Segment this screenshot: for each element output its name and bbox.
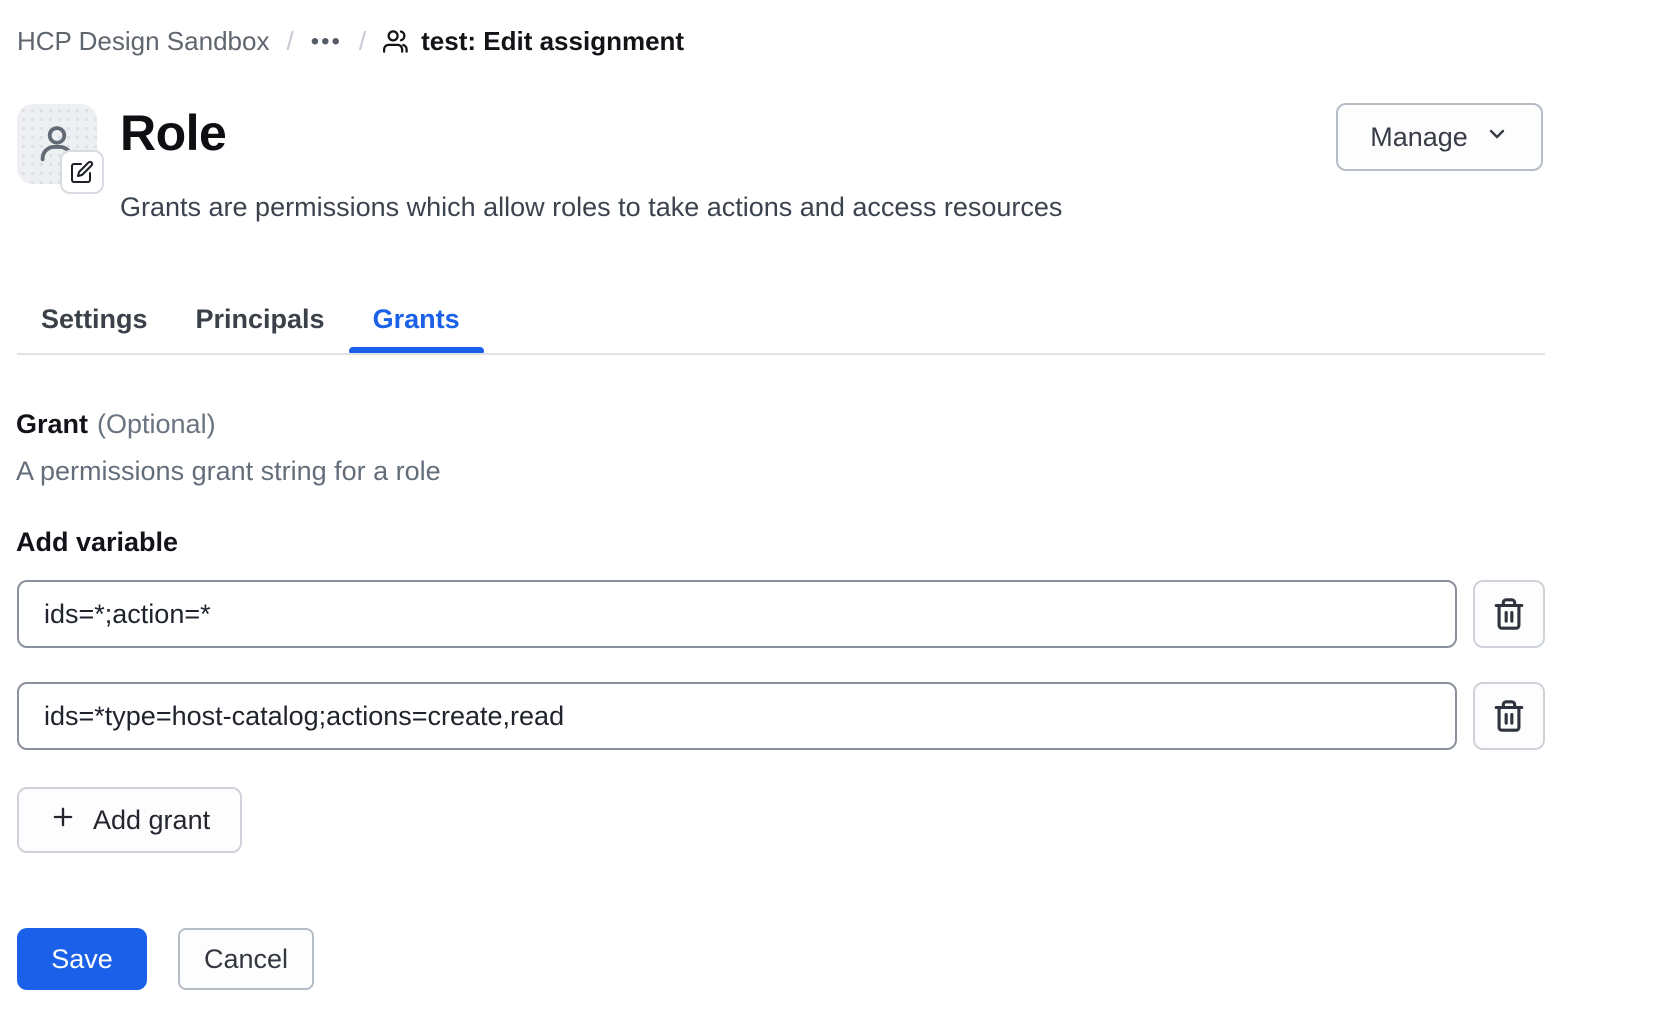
add-grant-button[interactable]: Add grant: [17, 787, 242, 853]
tab-principals[interactable]: Principals: [172, 283, 349, 355]
grant-string-input-2[interactable]: [17, 682, 1457, 750]
trash-icon: [1492, 699, 1526, 733]
grant-field-label: Grant (Optional): [16, 409, 216, 440]
manage-button[interactable]: Manage: [1336, 103, 1543, 171]
edit-avatar-button[interactable]: [60, 150, 104, 194]
save-button[interactable]: Save: [17, 928, 147, 990]
breadcrumb-current-label: test: Edit assignment: [421, 26, 684, 57]
breadcrumb-overflow-button[interactable]: •••: [311, 28, 342, 56]
grant-row: [17, 682, 1545, 750]
chevron-down-icon: [1485, 122, 1509, 153]
delete-grant-button-2[interactable]: [1473, 682, 1545, 750]
breadcrumb: HCP Design Sandbox / ••• / test: Edit as…: [17, 26, 684, 57]
grant-helper-text: A permissions grant string for a role: [16, 456, 441, 487]
grant-string-input-1[interactable]: [17, 580, 1457, 648]
grant-row: [17, 580, 1545, 648]
plus-icon: [49, 803, 77, 838]
breadcrumb-item-hcp-design-sandbox[interactable]: HCP Design Sandbox: [17, 26, 269, 57]
users-icon: [383, 28, 410, 55]
cancel-button[interactable]: Cancel: [178, 928, 314, 990]
breadcrumb-separator: /: [359, 26, 366, 57]
role-edit-page: HCP Design Sandbox / ••• / test: Edit as…: [0, 0, 1672, 1010]
add-variable-label: Add variable: [16, 527, 178, 558]
breadcrumb-separator: /: [286, 26, 293, 57]
tab-settings[interactable]: Settings: [17, 283, 172, 355]
edit-icon: [70, 160, 94, 184]
tab-bar: Settings Principals Grants: [17, 283, 484, 355]
grant-optional-text: (Optional): [97, 409, 216, 439]
delete-grant-button-1[interactable]: [1473, 580, 1545, 648]
trash-icon: [1492, 597, 1526, 631]
grant-label-text: Grant: [16, 409, 88, 439]
manage-button-label: Manage: [1370, 122, 1468, 153]
tab-bar-divider: [17, 353, 1545, 355]
add-grant-button-label: Add grant: [93, 805, 210, 836]
page-title: Role: [120, 104, 226, 162]
page-subtitle: Grants are permissions which allow roles…: [120, 192, 1062, 223]
avatar: [17, 104, 97, 184]
tab-grants[interactable]: Grants: [349, 283, 484, 355]
breadcrumb-item-current: test: Edit assignment: [383, 26, 684, 57]
